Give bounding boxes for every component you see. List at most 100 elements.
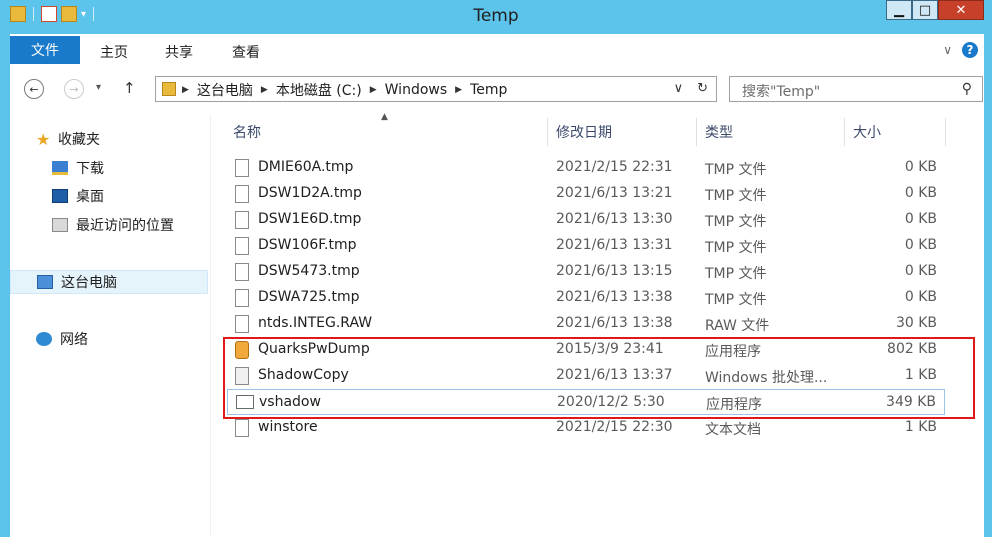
column-header-date[interactable]: 修改日期 xyxy=(556,118,612,146)
file-icon xyxy=(235,315,249,333)
file-date: 2021/6/13 13:38 xyxy=(556,289,673,305)
file-row[interactable]: DSW5473.tmp 2021/6/13 13:15 TMP 文件 0 KB xyxy=(227,259,945,285)
breadcrumb: ▶ 这台电脑 ▶ 本地磁盘 (C:) ▶ Windows ▶ Temp xyxy=(182,80,507,100)
breadcrumb-arrow-icon[interactable]: ▶ xyxy=(455,85,462,95)
sidebar-item-desktop[interactable]: 桌面 xyxy=(52,184,104,208)
search-placeholder: 搜索"Temp" xyxy=(742,84,821,100)
window-title: Temp xyxy=(473,6,519,26)
column-header-name[interactable]: 名称 xyxy=(233,118,261,146)
column-divider[interactable] xyxy=(696,118,697,146)
file-name: DSW106F.tmp xyxy=(258,237,357,253)
file-date: 2021/2/15 22:30 xyxy=(556,419,673,435)
file-date: 2021/2/15 22:31 xyxy=(556,159,673,175)
breadcrumb-arrow-icon[interactable]: ▶ xyxy=(182,85,189,95)
address-bar[interactable]: ▶ 这台电脑 ▶ 本地磁盘 (C:) ▶ Windows ▶ Temp ∨ ↻ xyxy=(155,76,717,102)
file-date: 2021/6/13 13:21 xyxy=(556,185,673,201)
ribbon-tabs xyxy=(10,34,984,65)
file-date: 2021/6/13 13:30 xyxy=(556,211,673,227)
window-controls: ▁ □ ✕ xyxy=(886,0,984,20)
file-size: 30 KB xyxy=(895,315,937,331)
sidebar-item-downloads[interactable]: 下载 xyxy=(52,156,104,180)
close-button[interactable]: ✕ xyxy=(938,0,984,20)
file-icon xyxy=(235,185,249,203)
search-box[interactable]: 搜索"Temp" ⚲ xyxy=(729,76,983,102)
file-date: 2021/6/13 13:38 xyxy=(556,315,673,331)
file-size: 0 KB xyxy=(904,289,937,305)
file-size: 0 KB xyxy=(904,263,937,279)
search-icon[interactable]: ⚲ xyxy=(962,81,972,97)
file-type: 文本文档 xyxy=(705,422,761,438)
column-divider[interactable] xyxy=(945,118,946,146)
file-name: ntds.INTEG.RAW xyxy=(258,315,373,331)
file-name: DSWA725.tmp xyxy=(258,289,360,305)
up-button[interactable]: ↑ xyxy=(123,79,136,97)
file-row[interactable]: DMIE60A.tmp 2021/2/15 22:31 TMP 文件 0 KB xyxy=(227,155,945,181)
sort-ascending-icon: ▲ xyxy=(381,112,388,122)
file-type: TMP 文件 xyxy=(705,240,767,256)
help-icon[interactable]: ? xyxy=(962,42,978,58)
file-name: DSW5473.tmp xyxy=(258,263,360,279)
downloads-folder-icon xyxy=(52,161,68,175)
file-icon xyxy=(235,159,249,177)
recent-places-icon xyxy=(52,218,68,232)
file-type: TMP 文件 xyxy=(705,188,767,204)
sidebar-item-label: 这台电脑 xyxy=(61,275,117,291)
explorer-window: ▾ Temp ▁ □ ✕ 文件 主页 共享 查看 ∨ ? ← → ▾ ↑ ▶ 这… xyxy=(0,0,992,537)
recent-locations-dropdown-icon[interactable]: ▾ xyxy=(96,82,101,93)
refresh-icon[interactable]: ↻ xyxy=(697,81,708,96)
ribbon-right-controls: ∨ ? xyxy=(943,42,978,58)
sidebar-item-label: 网络 xyxy=(60,332,88,348)
breadcrumb-windows[interactable]: Windows xyxy=(385,82,448,98)
back-button[interactable]: ← xyxy=(24,79,44,99)
file-type: TMP 文件 xyxy=(705,292,767,308)
navigation-pane: ★ 收藏夹 下载 桌面 最近访问的位置 这台电脑 网络 xyxy=(10,114,211,537)
file-date: 2021/6/13 13:15 xyxy=(556,263,673,279)
expand-ribbon-icon[interactable]: ∨ xyxy=(943,43,952,57)
file-icon xyxy=(235,289,249,307)
tab-view[interactable]: 查看 xyxy=(232,42,260,62)
title-bar[interactable]: ▾ Temp ▁ □ ✕ xyxy=(0,0,992,34)
file-name: DMIE60A.tmp xyxy=(258,159,354,175)
tab-home[interactable]: 主页 xyxy=(100,42,128,62)
address-bar-controls: ∨ ↻ xyxy=(674,81,708,96)
file-row[interactable]: ntds.INTEG.RAW 2021/6/13 13:38 RAW 文件 30… xyxy=(227,311,945,337)
sidebar-item-recent-places[interactable]: 最近访问的位置 xyxy=(52,213,174,237)
breadcrumb-this-pc[interactable]: 这台电脑 xyxy=(197,80,253,100)
sidebar-item-favorites[interactable]: ★ 收藏夹 xyxy=(36,127,100,151)
column-header-size[interactable]: 大小 xyxy=(853,118,881,146)
address-dropdown-icon[interactable]: ∨ xyxy=(674,81,684,96)
breadcrumb-local-disk[interactable]: 本地磁盘 (C:) xyxy=(276,80,362,100)
sidebar-item-label: 最近访问的位置 xyxy=(76,218,174,234)
column-divider[interactable] xyxy=(547,118,548,146)
file-type: RAW 文件 xyxy=(705,318,770,334)
file-row[interactable]: DSW1E6D.tmp 2021/6/13 13:30 TMP 文件 0 KB xyxy=(227,207,945,233)
breadcrumb-arrow-icon[interactable]: ▶ xyxy=(261,85,268,95)
file-name: winstore xyxy=(258,419,318,435)
navigation-bar: ← → ▾ ↑ ▶ 这台电脑 ▶ 本地磁盘 (C:) ▶ Windows ▶ T… xyxy=(10,64,984,114)
file-row[interactable]: DSW106F.tmp 2021/6/13 13:31 TMP 文件 0 KB xyxy=(227,233,945,259)
breadcrumb-arrow-icon[interactable]: ▶ xyxy=(370,85,377,95)
file-type: TMP 文件 xyxy=(705,214,767,230)
sidebar-item-label: 桌面 xyxy=(76,189,104,205)
file-size: 0 KB xyxy=(904,159,937,175)
sidebar-item-this-pc[interactable]: 这台电脑 xyxy=(10,270,208,294)
minimize-button[interactable]: ▁ xyxy=(886,0,912,20)
star-icon: ★ xyxy=(36,129,51,149)
file-row[interactable]: DSW1D2A.tmp 2021/6/13 13:21 TMP 文件 0 KB xyxy=(227,181,945,207)
file-row[interactable]: DSWA725.tmp 2021/6/13 13:38 TMP 文件 0 KB xyxy=(227,285,945,311)
forward-button[interactable]: → xyxy=(64,79,84,99)
file-size: 0 KB xyxy=(904,237,937,253)
file-size: 1 KB xyxy=(904,419,937,435)
maximize-button[interactable]: □ xyxy=(912,0,938,20)
breadcrumb-temp[interactable]: Temp xyxy=(470,82,507,98)
network-icon xyxy=(36,332,52,346)
sidebar-item-label: 下载 xyxy=(76,161,104,177)
tab-share[interactable]: 共享 xyxy=(165,42,193,62)
sidebar-item-label: 收藏夹 xyxy=(58,132,100,148)
sidebar-item-network[interactable]: 网络 xyxy=(36,327,88,351)
tab-file[interactable]: 文件 xyxy=(10,36,80,64)
file-name: DSW1E6D.tmp xyxy=(258,211,362,227)
file-icon xyxy=(235,237,249,255)
column-header-type[interactable]: 类型 xyxy=(705,118,733,146)
column-divider[interactable] xyxy=(844,118,845,146)
